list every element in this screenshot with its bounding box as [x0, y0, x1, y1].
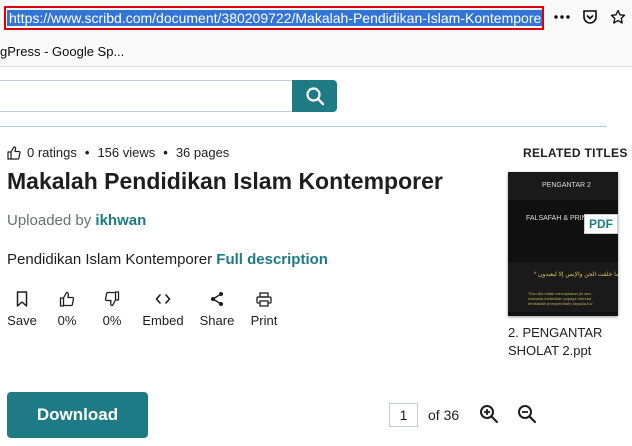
address-bar[interactable]: https://www.scribd.com/document/38020972…	[4, 6, 544, 30]
pdf-badge: PDF	[584, 214, 618, 234]
bookmark-icon	[7, 289, 37, 309]
zoom-out-icon	[518, 405, 537, 424]
printer-icon	[248, 289, 280, 309]
bookmark-item[interactable]: gPress - Google Sp...	[0, 44, 124, 59]
save-button[interactable]: Save	[7, 289, 37, 328]
uploaded-by: Uploaded by ikhwan	[7, 212, 146, 229]
description-text: Pendidikan Islam Kontemporer	[7, 251, 213, 268]
share-icon	[198, 289, 236, 309]
uploaded-by-label: Uploaded by	[7, 212, 96, 229]
search-input[interactable]	[0, 80, 292, 112]
thumbs-down-icon	[99, 289, 125, 309]
like-percent: 0%	[57, 313, 77, 328]
dislike-percent: 0%	[102, 313, 122, 328]
document-description: Pendidikan Islam Kontemporer Full descri…	[7, 251, 328, 268]
embed-button[interactable]: Embed	[141, 289, 185, 328]
thumb-heading: PENGANTAR 2	[542, 182, 591, 189]
related-title-link[interactable]: 2. PENGANTAR SHOLAT 2.ppt	[508, 324, 618, 360]
code-icon	[141, 289, 185, 309]
like-button[interactable]: 0%	[54, 289, 80, 328]
thumb-arabic-text: * وما خلقت الجن والإنس إلا ليعبدون	[534, 272, 618, 278]
pocket-icon[interactable]	[581, 8, 599, 26]
thumb-small-text: "Dan Aku tidak menciptakan jin dan manus…	[528, 291, 594, 306]
download-button[interactable]: Download	[7, 392, 148, 438]
total-pages: of 36	[428, 407, 460, 423]
views-count: 156 views	[97, 145, 156, 160]
thumbs-up-icon	[7, 145, 21, 160]
embed-label: Embed	[142, 313, 184, 328]
page-number-input[interactable]: 1	[389, 403, 418, 427]
pages-count: 36 pages	[175, 145, 230, 160]
document-meta: 0 ratings • 156 views • 36 pages	[7, 145, 229, 160]
browser-toolbar: https://www.scribd.com/document/38020972…	[0, 0, 632, 38]
related-thumbnail[interactable]: PENGANTAR 2 FALSAFAH & PRINSIP * وما خلق…	[508, 172, 618, 316]
document-title: Makalah Pendidikan Islam Kontemporer	[7, 168, 443, 194]
ratings-count: 0 ratings	[27, 145, 77, 160]
url-text[interactable]: https://www.scribd.com/document/38020972…	[9, 10, 542, 26]
thumbs-up-icon	[54, 289, 80, 309]
full-description-link[interactable]: Full description	[216, 251, 328, 268]
zoom-out-button[interactable]	[517, 404, 537, 429]
uploader-link[interactable]: ikhwan	[95, 212, 146, 229]
header-divider	[0, 126, 607, 127]
dislike-button[interactable]: 0%	[99, 289, 125, 328]
share-button[interactable]: Share	[198, 289, 236, 328]
bookmark-star-icon[interactable]	[609, 8, 627, 26]
bookmarks-toolbar: gPress - Google Sp...	[0, 38, 632, 67]
zoom-in-icon	[480, 405, 499, 424]
save-label: Save	[7, 313, 37, 328]
related-titles-heading: RELATED TITLES	[523, 146, 628, 160]
zoom-in-button[interactable]	[479, 404, 499, 429]
search-button[interactable]	[292, 80, 337, 112]
print-button[interactable]: Print	[248, 289, 280, 328]
share-label: Share	[199, 313, 235, 328]
search-icon	[305, 87, 324, 106]
more-actions-icon[interactable]	[553, 8, 571, 26]
print-label: Print	[250, 313, 278, 328]
